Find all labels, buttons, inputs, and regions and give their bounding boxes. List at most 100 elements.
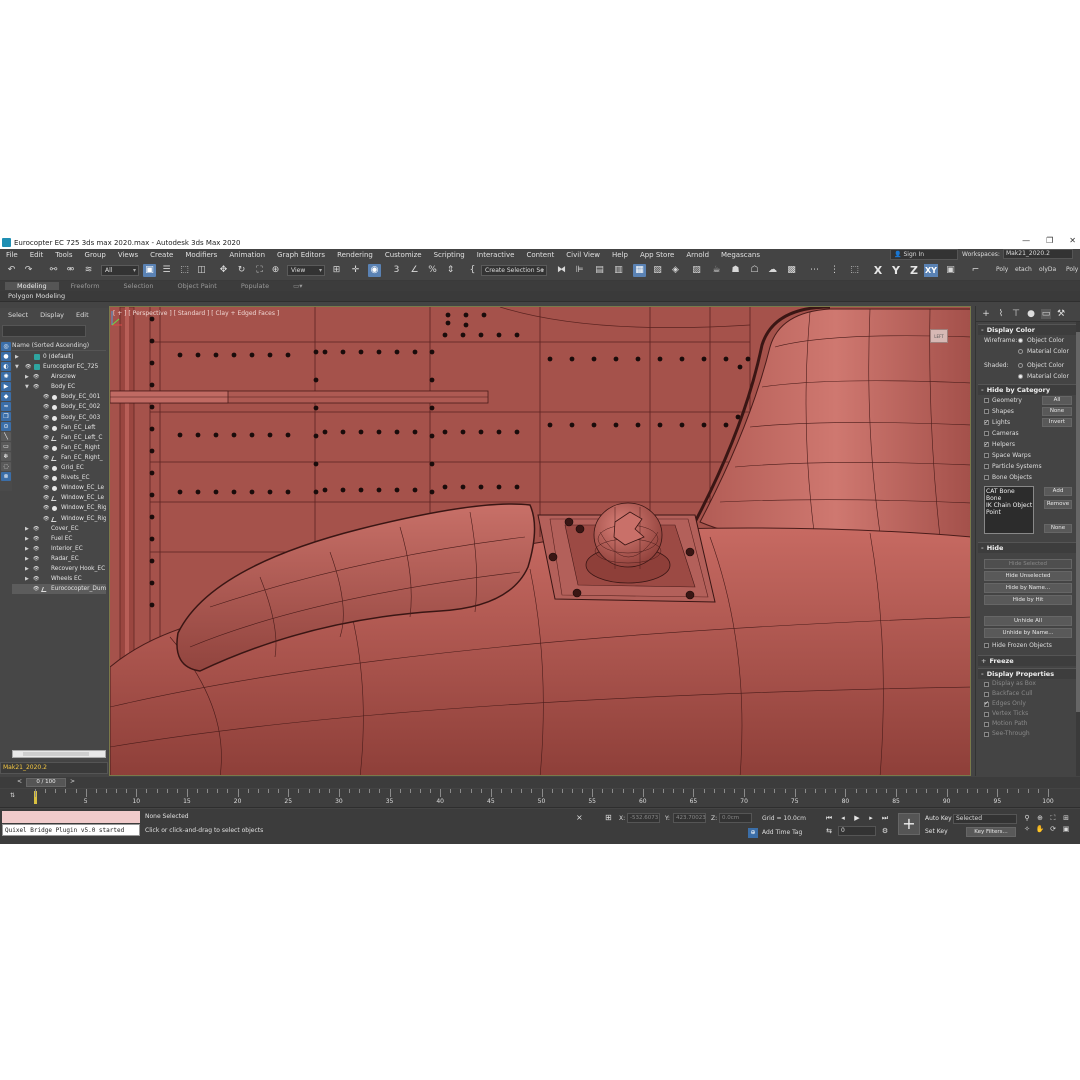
expand-right-icon[interactable]: ▶ xyxy=(25,372,29,382)
ribbon-options-icon[interactable]: ▭▾ xyxy=(281,282,314,290)
tree-row[interactable]: ▶ 👁 Radar_EC xyxy=(12,554,106,564)
hide-selected-button[interactable]: Hide Selected xyxy=(984,559,1072,569)
track-bar-toggle-icon[interactable]: ⇅ xyxy=(10,792,15,799)
keyboard-shortcut-icon[interactable]: ◉ xyxy=(368,264,381,277)
category-checkbox[interactable] xyxy=(984,464,989,469)
command-panel-scroll-thumb[interactable] xyxy=(1076,332,1080,712)
render-icon[interactable]: ☗ xyxy=(729,264,742,277)
hide-header[interactable]: Hide xyxy=(978,542,1078,553)
visibility-eye-icon[interactable]: 👁 xyxy=(43,392,49,402)
category-remove-button[interactable]: Remove xyxy=(1044,500,1072,509)
ribbon-toggle-icon[interactable]: ▥ xyxy=(612,264,625,277)
maximize-icon[interactable]: ❐ xyxy=(1046,236,1053,245)
sign-in-dropdown[interactable]: 👤 Sign In xyxy=(890,249,958,260)
ribbon-panel-label[interactable]: Polygon Modeling xyxy=(0,291,1080,302)
current-frame-field[interactable]: 0 xyxy=(838,826,876,836)
expand-right-icon[interactable]: ▶ xyxy=(25,544,29,554)
tree-row[interactable]: ▶ 👁 Fuel EC xyxy=(12,534,106,544)
command-panel-scrollbar[interactable] xyxy=(1076,322,1080,776)
tree-row[interactable]: ▶ 👁 Wheels EC xyxy=(12,574,106,584)
scene-horizontal-scrollbar[interactable] xyxy=(12,750,106,758)
move-icon[interactable]: ✥ xyxy=(217,264,230,277)
key-filters-button[interactable]: Key Filters... xyxy=(966,827,1016,837)
expand-right-icon[interactable]: ▶ xyxy=(25,524,29,534)
selection-filter-dropdown[interactable]: All xyxy=(101,265,139,276)
visibility-eye-icon[interactable]: 👁 xyxy=(33,382,39,392)
tree-row[interactable]: 👁 Fan_EC_Left_C xyxy=(12,433,106,443)
tree-row[interactable]: 👁 Window_EC_Le xyxy=(12,493,106,503)
viewport-render[interactable] xyxy=(110,307,971,776)
expand-down-icon[interactable]: ▼ xyxy=(15,362,19,372)
tree-row[interactable]: ▶ 👁 Airscrew xyxy=(12,372,106,382)
time-slider[interactable]: < 0 / 100 > xyxy=(0,777,1080,788)
next-frame-icon[interactable]: > xyxy=(70,778,75,785)
category-checkbox[interactable] xyxy=(984,409,989,414)
poly-shortcut-1[interactable]: Poly xyxy=(996,266,1008,273)
prev-frame-icon[interactable]: < xyxy=(17,778,22,785)
display-property-checkbox[interactable] xyxy=(984,712,989,717)
visibility-eye-icon[interactable]: 👁 xyxy=(43,493,49,503)
display-property-checkbox[interactable] xyxy=(984,682,989,687)
reference-coordinate-dropdown[interactable]: View xyxy=(287,265,325,276)
render-frame-icon[interactable]: ☕ xyxy=(710,264,723,277)
bind-space-warp-icon[interactable]: ≋ xyxy=(82,264,95,277)
tree-row[interactable]: ▼ 👁 Eurocopter EC_725 xyxy=(12,362,106,372)
window-crossing-icon[interactable]: ◫ xyxy=(195,264,208,277)
add-time-tag-button[interactable]: Add Time Tag xyxy=(762,829,802,836)
visibility-eye-icon[interactable]: 👁 xyxy=(33,574,39,584)
material-editor-icon[interactable]: ◈ xyxy=(669,264,682,277)
play-icon[interactable]: ▶ xyxy=(852,813,862,823)
x-coord-field[interactable]: -532.6073 xyxy=(627,813,660,823)
display-containers-icon[interactable]: ▭ xyxy=(1,442,11,451)
expand-right-icon[interactable]: ▶ xyxy=(25,554,29,564)
maxscript-listener-output[interactable]: Quixel Bridge Plugin v5.0 started xyxy=(2,824,140,836)
visibility-eye-icon[interactable]: 👁 xyxy=(43,514,49,524)
zoom-all-icon[interactable]: ⊕ xyxy=(1035,813,1045,823)
display-xrefs-icon[interactable]: ⊙ xyxy=(1,422,11,431)
menu-modifiers[interactable]: Modifiers xyxy=(179,251,223,259)
set-key-button[interactable]: Set Key xyxy=(925,827,948,837)
percent-snap-icon[interactable]: % xyxy=(426,264,439,277)
freeze-header[interactable]: Freeze xyxy=(978,655,1078,666)
close-icon[interactable]: ✕ xyxy=(1069,236,1076,245)
category-none-button[interactable]: None xyxy=(1042,407,1072,416)
viewport-label[interactable]: [ + ] [ Perspective ] [ Standard ] [ Cla… xyxy=(113,310,279,317)
set-key-big-button[interactable]: + xyxy=(898,813,920,835)
menu-help[interactable]: Help xyxy=(606,251,634,259)
snaps-toggle-icon[interactable]: 3 xyxy=(390,264,403,277)
menu-civil-view[interactable]: Civil View xyxy=(560,251,606,259)
rotate-icon[interactable]: ↻ xyxy=(235,264,248,277)
undo-icon[interactable]: ↶ xyxy=(5,264,18,277)
hide-unselected-button[interactable]: Hide Unselected xyxy=(984,571,1072,581)
perspective-viewport[interactable]: [ + ] [ Perspective ] [ Standard ] [ Cla… xyxy=(109,306,971,776)
scrollbar-thumb[interactable] xyxy=(23,752,89,756)
scene-menu-edit[interactable]: Edit xyxy=(68,311,93,319)
zoom-extents-all-icon[interactable]: ⊞ xyxy=(1061,813,1071,823)
menu-edit[interactable]: Edit xyxy=(24,251,50,259)
visibility-eye-icon[interactable]: 👁 xyxy=(33,554,39,564)
visibility-eye-icon[interactable]: 👁 xyxy=(43,433,49,443)
visibility-eye-icon[interactable]: 👁 xyxy=(43,483,49,493)
display-shapes-icon[interactable]: ◐ xyxy=(1,362,11,371)
tree-row[interactable]: 👁 Body_EC_003 xyxy=(12,413,106,423)
category-add-button[interactable]: Add xyxy=(1044,487,1072,496)
visibility-eye-icon[interactable]: 👁 xyxy=(33,544,39,554)
spinner-snap-icon[interactable]: ⇕ xyxy=(444,264,457,277)
tree-row[interactable]: 👁 Grid_EC xyxy=(12,463,106,473)
menu-arnold[interactable]: Arnold xyxy=(680,251,715,259)
curve-editor-icon[interactable]: ▦ xyxy=(633,264,646,277)
wireframe-material-color-radio[interactable] xyxy=(1018,349,1023,354)
scene-menu-select[interactable]: Select xyxy=(0,311,32,319)
menu-create[interactable]: Create xyxy=(144,251,179,259)
time-slider-thumb[interactable]: 0 / 100 xyxy=(26,778,66,787)
display-property-checkbox[interactable] xyxy=(984,699,989,709)
menu-rendering[interactable]: Rendering xyxy=(331,251,379,259)
visibility-eye-icon[interactable]: 👁 xyxy=(43,463,49,473)
select-by-name-icon[interactable]: ☰ xyxy=(160,264,173,277)
poly-shortcut-4[interactable]: Poly xyxy=(1066,266,1078,273)
poly-shortcut-2[interactable]: etach xyxy=(1015,266,1032,273)
tree-row[interactable]: 👁 Window_EC_Rig xyxy=(12,503,106,513)
maximize-viewport-icon[interactable]: ▣ xyxy=(1061,824,1071,834)
shaded-object-color-radio[interactable] xyxy=(1018,363,1023,368)
hide-by-name-button[interactable]: Hide by Name... xyxy=(984,583,1072,593)
